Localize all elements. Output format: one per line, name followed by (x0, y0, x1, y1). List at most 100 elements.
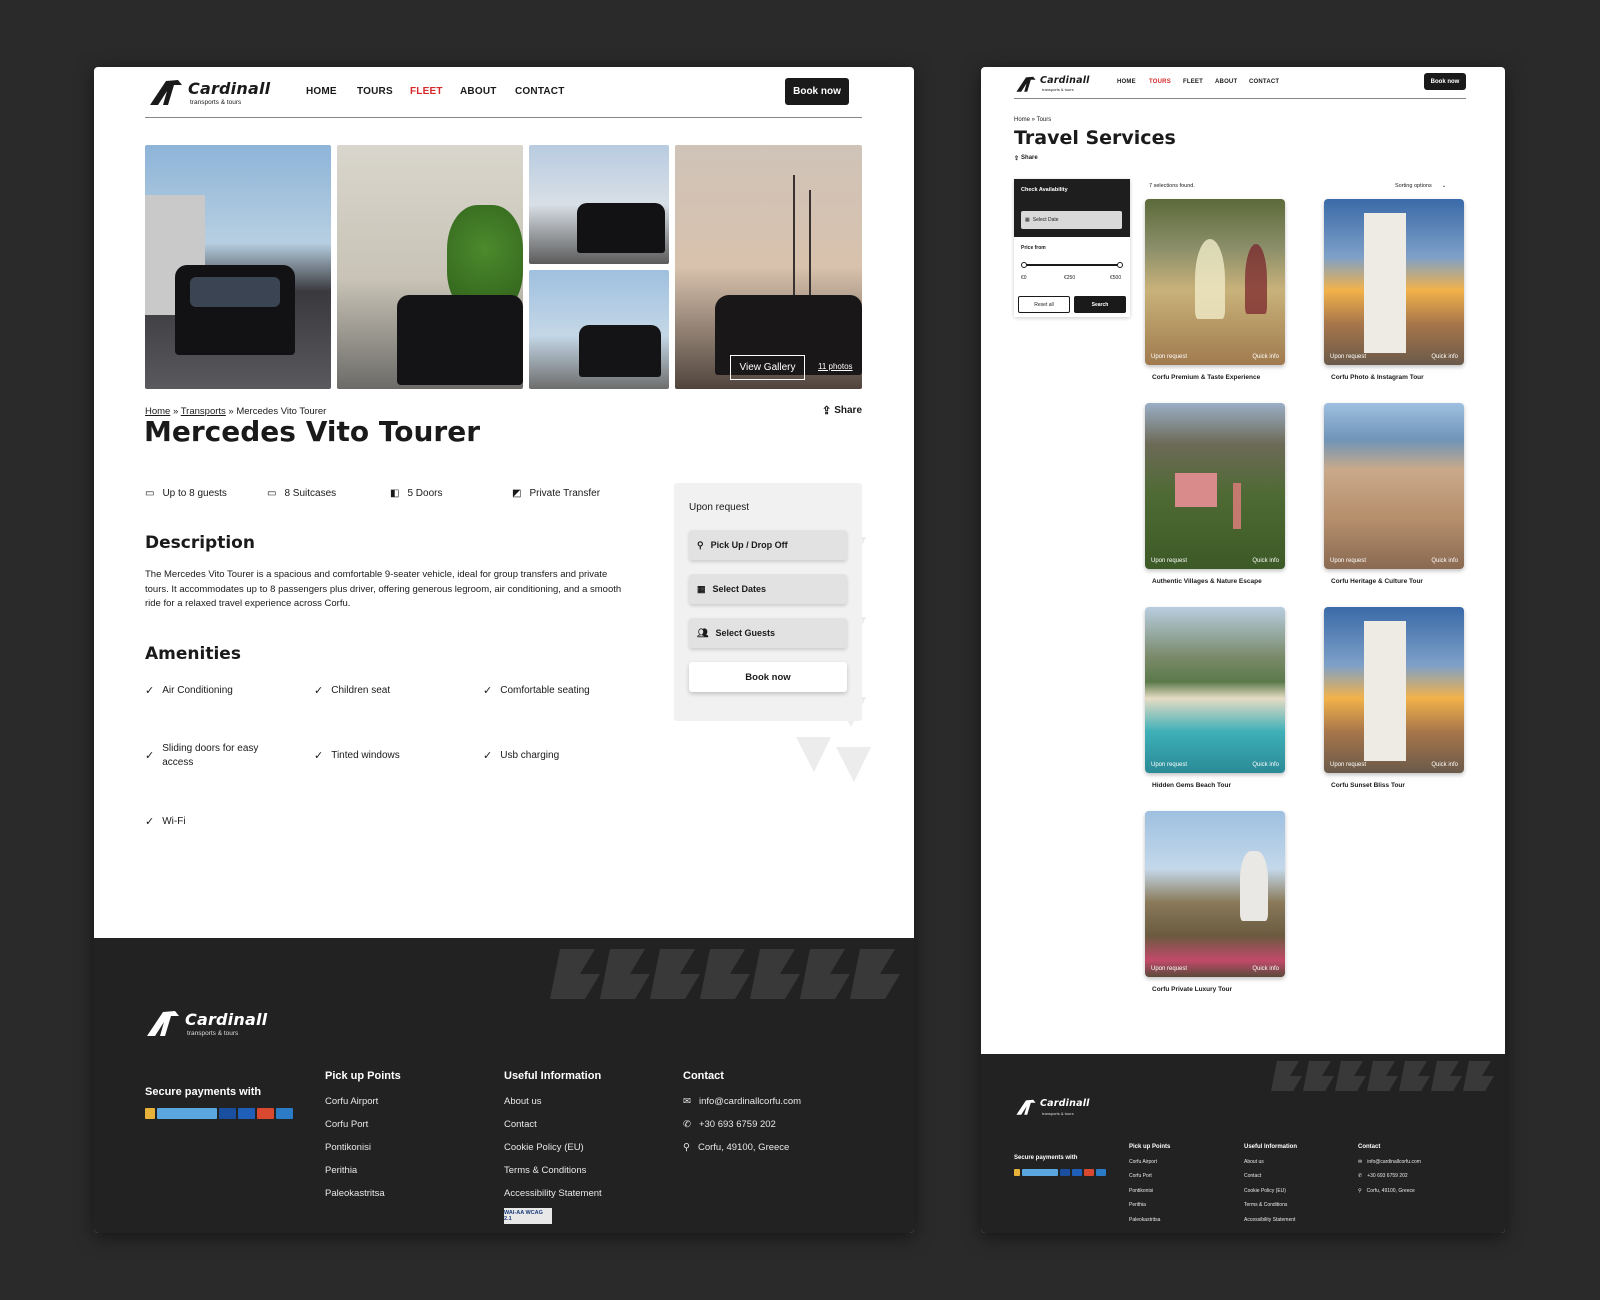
nav-contact[interactable]: CONTACT (515, 86, 565, 97)
slider-handle-max[interactable] (1117, 262, 1123, 268)
gallery-photo-3[interactable] (529, 145, 669, 264)
contact-phone[interactable]: ✆ +30 693 6759 202 (683, 1119, 776, 1130)
book-now-button[interactable]: Book now (785, 78, 849, 105)
gallery-photo-4[interactable] (529, 270, 669, 389)
price-slider[interactable] (1021, 262, 1123, 268)
tour-title[interactable]: Corfu Private Luxury Tour (1145, 986, 1285, 993)
visa-logo (1060, 1169, 1070, 1176)
footer-logo[interactable]: Cardinall transports & tours (1015, 1096, 1095, 1120)
gallery-photo-2[interactable] (337, 145, 523, 389)
contact-heading: Contact (1358, 1144, 1381, 1150)
nav-fleet[interactable]: FLEET (410, 86, 443, 97)
footer-logo[interactable]: Cardinall transports & tours (145, 1006, 275, 1040)
tour-image[interactable]: Upon request Quick info (1145, 607, 1285, 773)
nav-about[interactable]: ABOUT (460, 86, 497, 97)
footer-link[interactable]: Pontikonisi (1129, 1188, 1153, 1194)
results-count: 7 selections found. (1149, 183, 1195, 189)
footer-link[interactable]: Accessibility Statement (504, 1188, 602, 1199)
select-date-field[interactable]: ▦ Select Date (1021, 211, 1122, 229)
tour-title[interactable]: Corfu Sunset Bliss Tour (1324, 782, 1464, 789)
visa-electron-logo (1072, 1169, 1082, 1176)
footer-link[interactable]: Terms & Conditions (504, 1165, 586, 1176)
share-button[interactable]: ⇪ Share (822, 404, 862, 417)
tour-card[interactable]: Upon request Quick info Corfu Sunset Blis… (1324, 607, 1464, 789)
price-min: €0 (1021, 275, 1027, 281)
tour-image[interactable]: Upon request Quick info (1145, 199, 1285, 365)
description-heading: Description (145, 533, 255, 553)
footer-link[interactable]: Pontikonisi (325, 1142, 371, 1153)
tour-card[interactable]: Upon request Quick info Corfu Heritage & … (1324, 403, 1464, 585)
logo[interactable]: Cardinall transports & tours (1015, 73, 1095, 95)
tour-title[interactable]: Corfu Premium & Taste Experience (1145, 374, 1285, 381)
footer-link[interactable]: Contact (504, 1119, 537, 1130)
nav-contact[interactable]: CONTACT (1249, 79, 1279, 85)
tour-image[interactable]: Upon request Quick info (1324, 199, 1464, 365)
phone-icon: ✆ (1358, 1173, 1363, 1179)
price-label: Upon request (689, 502, 750, 513)
nav-about[interactable]: ABOUT (1215, 79, 1237, 85)
gallery-photo-1[interactable] (145, 145, 331, 389)
footer-link[interactable]: Corfu Airport (1129, 1159, 1157, 1165)
tour-title[interactable]: Authentic Villages & Nature Escape (1145, 578, 1285, 585)
guests-icon: 👥︎ (697, 627, 709, 638)
search-button[interactable]: Search (1074, 296, 1126, 313)
check-icon: ✓ (145, 750, 155, 762)
nav-home[interactable]: HOME (1117, 79, 1136, 85)
footer-pattern (550, 949, 900, 999)
footer-link[interactable]: Contact (1244, 1173, 1261, 1179)
wcag-badge[interactable]: WAI-AA WCAG 2.1 (504, 1208, 552, 1224)
footer-link[interactable]: About us (504, 1096, 542, 1107)
nav-fleet[interactable]: FLEET (1183, 79, 1203, 85)
amenity-item: ✓ Sliding doors for easy access (145, 743, 259, 768)
booking-book-now-button[interactable]: Book now (689, 662, 847, 692)
tour-card[interactable]: Upon request Quick info Corfu Photo & Ins… (1324, 199, 1464, 381)
footer-link[interactable]: Cookie Policy (EU) (504, 1142, 584, 1153)
share-icon: ⇪ (822, 405, 832, 417)
contact-phone[interactable]: ✆ +30 693 6759 202 (1358, 1173, 1408, 1179)
tour-title[interactable]: Hidden Gems Beach Tour (1145, 782, 1285, 789)
tour-image[interactable]: Upon request Quick info (1145, 403, 1285, 569)
tour-card[interactable]: Upon request Quick info Corfu Private Lux… (1145, 811, 1285, 993)
nav-tours[interactable]: TOURS (357, 86, 393, 97)
photo-gallery[interactable]: View Gallery 11 photos (145, 145, 862, 389)
tour-image[interactable]: Upon request Quick info (1145, 811, 1285, 977)
select-dates-field[interactable]: ▦ Select Dates (689, 574, 847, 604)
slider-handle-min[interactable] (1021, 262, 1027, 268)
footer-link[interactable]: Perithia (325, 1165, 357, 1176)
footer-link[interactable]: Cookie Policy (EU) (1244, 1188, 1286, 1194)
tour-card[interactable]: Upon request Quick info Corfu Premium & T… (1145, 199, 1285, 381)
tour-image[interactable]: Upon request Quick info (1324, 403, 1464, 569)
footer-link[interactable]: Corfu Airport (325, 1096, 378, 1107)
footer-link[interactable]: About us (1244, 1159, 1264, 1165)
amenity-item: ✓ Tinted windows (314, 750, 400, 762)
brand-tagline: transports & tours (1042, 87, 1074, 92)
tour-title[interactable]: Corfu Heritage & Culture Tour (1324, 578, 1464, 585)
book-now-button[interactable]: Book now (1424, 73, 1466, 90)
tour-image[interactable]: Upon request Quick info (1324, 607, 1464, 773)
sorting-dropdown[interactable]: Sorting options ⌄ (1395, 183, 1446, 189)
select-guests-field[interactable]: 👥︎ Select Guests (689, 618, 847, 648)
footer-link[interactable]: Terms & Conditions (1244, 1202, 1287, 1208)
footer-link[interactable]: Perithia (1129, 1202, 1146, 1208)
footer-link[interactable]: Corfu Port (1129, 1173, 1152, 1179)
mastercard-logo (257, 1108, 274, 1119)
contact-email[interactable]: ✉ info@cardinallcorfu.com (1358, 1159, 1421, 1165)
tour-card[interactable]: Upon request Quick info Authentic Village… (1145, 403, 1285, 585)
nav-home[interactable]: HOME (306, 86, 337, 97)
reset-all-button[interactable]: Reset all (1018, 296, 1070, 313)
logo[interactable]: Cardinall transports & tours (148, 75, 271, 111)
share-button[interactable]: ⇪ Share (1014, 155, 1038, 162)
nav-tours[interactable]: TOURS (1149, 79, 1171, 85)
brand-name: Cardinall (188, 79, 271, 98)
view-gallery-button[interactable]: View Gallery (730, 355, 805, 380)
gallery-photo-5[interactable] (675, 145, 862, 389)
pickup-dropoff-field[interactable]: ⚲ Pick Up / Drop Off (689, 530, 847, 560)
footer-link[interactable]: Accessibility Statement (1244, 1217, 1295, 1223)
footer-link[interactable]: Paleokastritsa (325, 1188, 385, 1199)
footer-link[interactable]: Paleokastritsa (1129, 1217, 1160, 1223)
footer-link[interactable]: Corfu Port (325, 1119, 368, 1130)
contact-email[interactable]: ✉ info@cardinallcorfu.com (683, 1096, 801, 1107)
footer: Cardinall transports & tours Secure paym… (981, 1054, 1505, 1233)
tour-title[interactable]: Corfu Photo & Instagram Tour (1324, 374, 1464, 381)
tour-card[interactable]: Upon request Quick info Hidden Gems Beach… (1145, 607, 1285, 789)
